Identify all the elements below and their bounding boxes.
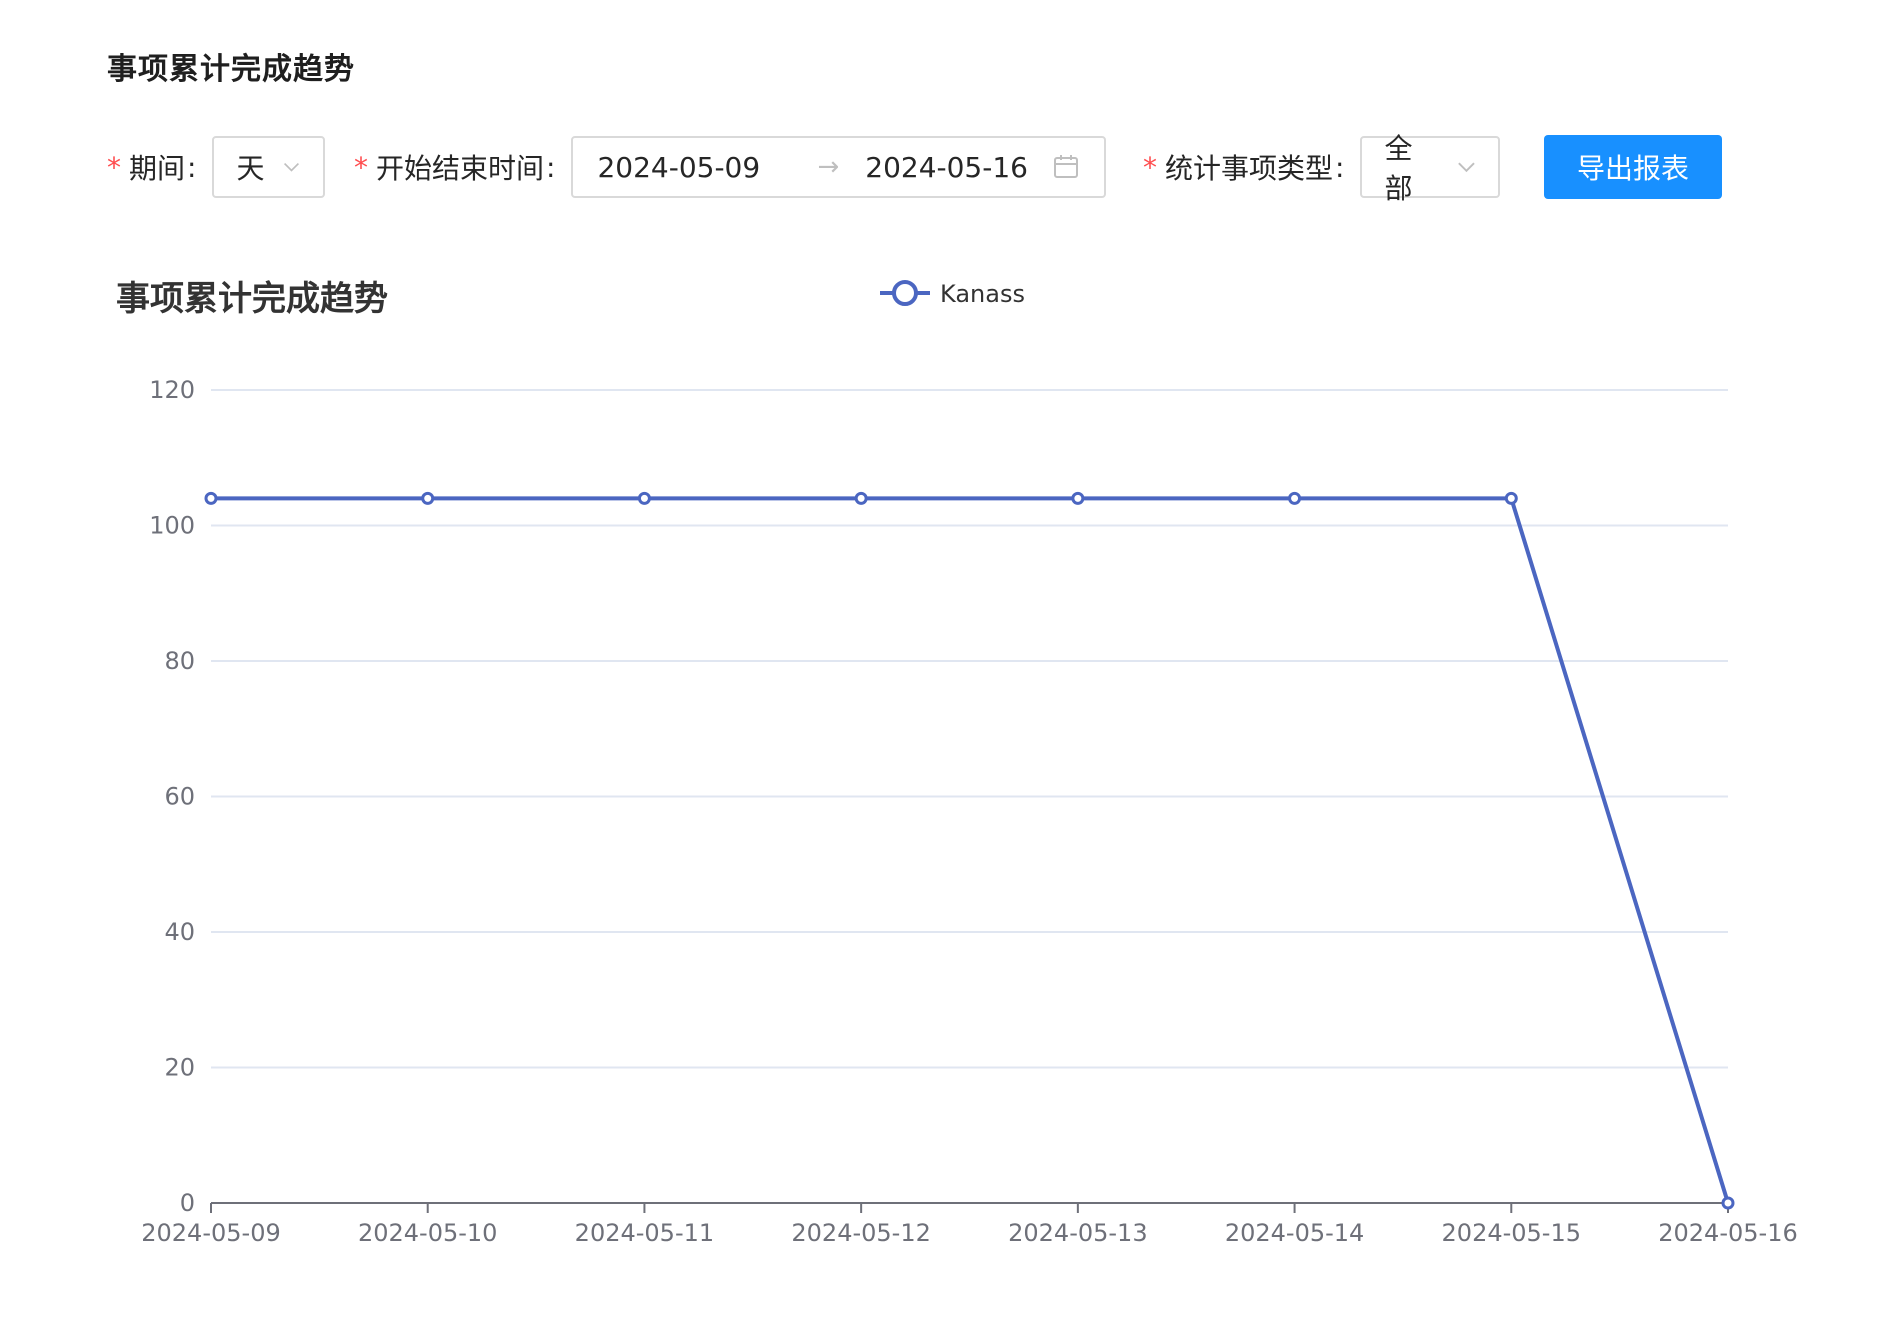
- page-title: 事项累计完成趋势: [107, 52, 355, 87]
- x-tick-label: 2024-05-16: [1658, 1219, 1797, 1247]
- line-chart: 事项累计完成趋势 Kanass 0 20 40 60 80 100 120 2024-05-09 2…: [116, 279, 1798, 1247]
- x-tick-label: 2024-05-11: [575, 1219, 714, 1247]
- y-tick-label: 100: [149, 512, 195, 540]
- chevron-down-icon: [284, 162, 300, 172]
- item-type-filter: * 统计事项类型 : 全部: [1143, 132, 1501, 205]
- date-range-label: * 开始结束时间 :: [354, 147, 555, 187]
- item-type-select-value: 全部: [1384, 132, 1413, 205]
- legend-label: Kanass: [940, 280, 1025, 308]
- y-tick-label: 80: [164, 647, 195, 675]
- y-tick-label: 60: [164, 783, 195, 811]
- calendar-icon[interactable]: [1052, 153, 1080, 181]
- x-tick-label: 2024-05-10: [358, 1219, 497, 1247]
- x-tick-label: 2024-05-14: [1225, 1219, 1364, 1247]
- data-point: [1071, 491, 1085, 505]
- data-point: [1721, 1196, 1735, 1210]
- item-type-select[interactable]: 全部: [1360, 132, 1501, 205]
- y-tick-label: 40: [164, 918, 195, 946]
- chart-title: 事项累计完成趋势: [116, 279, 388, 319]
- chart-area: 事项累计完成趋势 Kanass 0 20 40 60 80 100 120 2024-05-09 2…: [0, 250, 1880, 1336]
- chevron-down-icon: [1457, 162, 1475, 173]
- export-report-button[interactable]: 导出报表: [1544, 135, 1722, 199]
- date-range-filter: * 开始结束时间 : →: [354, 135, 1107, 199]
- y-tick-label: 120: [149, 376, 195, 404]
- date-range-label-text: 开始结束时间: [376, 152, 545, 185]
- data-point: [204, 491, 218, 505]
- data-point: [637, 491, 651, 505]
- required-mark: *: [1143, 150, 1157, 184]
- label-colon: :: [187, 150, 197, 184]
- y-tick-label: 20: [164, 1054, 195, 1082]
- item-type-label-text: 统计事项类型: [1165, 152, 1334, 185]
- data-point: [1288, 491, 1302, 505]
- x-tick-label: 2024-05-15: [1442, 1219, 1581, 1247]
- legend-marker: [892, 280, 918, 306]
- label-colon: :: [546, 150, 556, 184]
- start-date-input[interactable]: [597, 150, 778, 184]
- date-range-picker[interactable]: →: [571, 136, 1107, 198]
- required-mark: *: [107, 150, 121, 184]
- period-label-text: 期间: [129, 152, 186, 185]
- data-point: [854, 491, 868, 505]
- filter-bar: * 期间 : 天 * 开始结束时间 : →: [107, 132, 1807, 205]
- item-type-label: * 统计事项类型 :: [1143, 147, 1344, 187]
- range-separator: →: [817, 152, 840, 182]
- x-tick-label: 2024-05-12: [791, 1219, 930, 1247]
- period-select-value: 天: [236, 152, 265, 185]
- y-tick-label: 0: [180, 1189, 195, 1217]
- required-mark: *: [354, 150, 368, 184]
- x-tick-label: 2024-05-13: [1008, 1219, 1147, 1247]
- period-label: * 期间 :: [107, 147, 196, 187]
- period-filter: * 期间 : 天: [107, 135, 326, 199]
- end-date-input[interactable]: [865, 150, 1046, 184]
- data-point: [1504, 491, 1518, 505]
- x-tick-label: 2024-05-09: [141, 1219, 280, 1247]
- series-line-kanass: [211, 496, 1730, 1204]
- data-point: [421, 491, 435, 505]
- period-select[interactable]: 天: [212, 136, 326, 198]
- label-colon: :: [1335, 150, 1345, 184]
